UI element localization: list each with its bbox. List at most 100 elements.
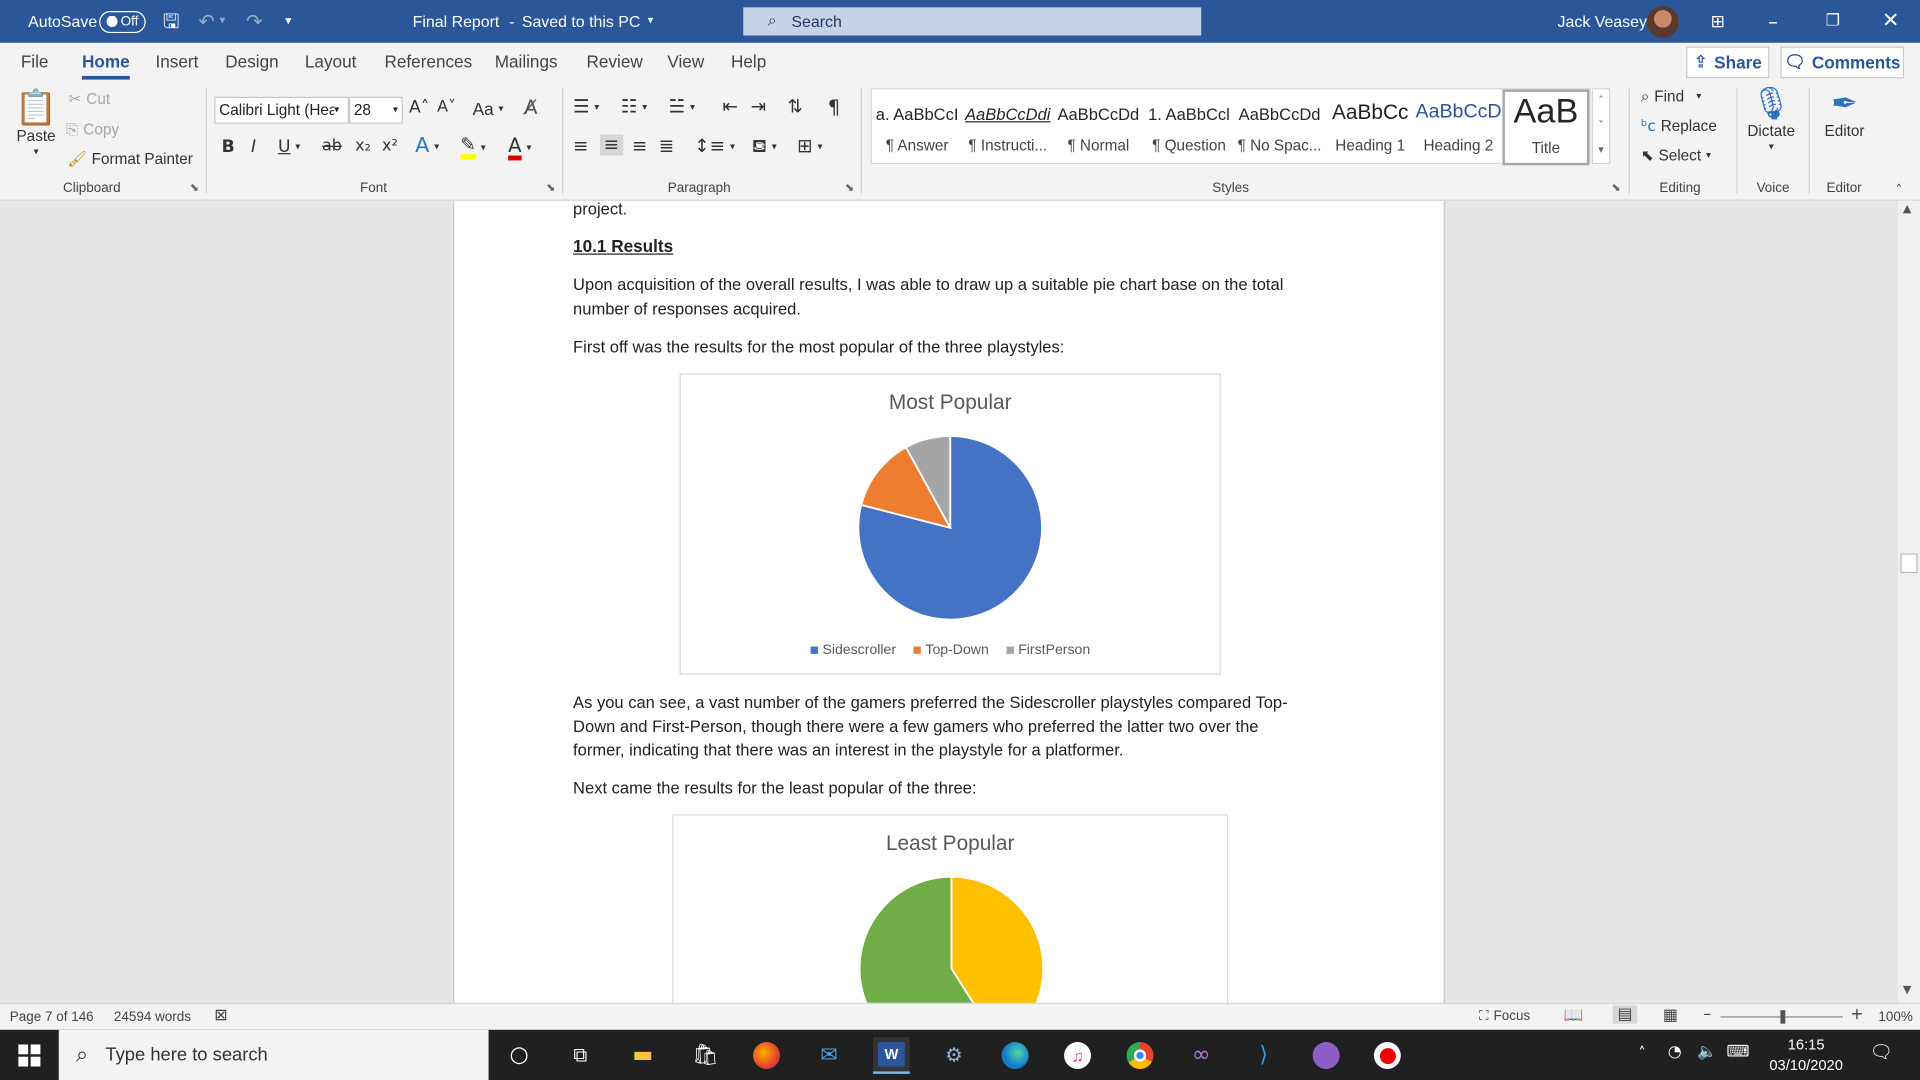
restore-icon[interactable]: ❐: [1826, 0, 1840, 43]
style-normal[interactable]: AaBbCcDd ¶ Normal: [1053, 89, 1144, 165]
document-title[interactable]: Final Report - Saved to this PC ▾: [413, 0, 654, 43]
sort-button[interactable]: ⇅: [787, 97, 802, 116]
styles-gallery-scroll[interactable]: ˄ ˅ ▾: [1591, 88, 1611, 165]
minimize-icon[interactable]: –: [1768, 0, 1778, 43]
visual-studio-icon[interactable]: ∞: [1183, 1037, 1220, 1074]
document-page[interactable]: project. 10.1 Results Upon acquisition o…: [453, 200, 1445, 1003]
underline-button[interactable]: U ▾: [278, 138, 300, 155]
subscript-button[interactable]: x₂: [355, 138, 371, 154]
tab-home[interactable]: Home: [82, 51, 130, 80]
shading-button[interactable]: ⛾ ▾: [752, 137, 777, 155]
undo-icon[interactable]: ↶ ▾: [198, 0, 225, 43]
bullets-button[interactable]: ☰ ▾: [573, 97, 599, 116]
tab-review[interactable]: Review: [587, 51, 643, 71]
paragraph[interactable]: Upon acquisition of the overall results,…: [573, 273, 1308, 321]
copy-button[interactable]: ⎘ Copy: [66, 121, 119, 138]
style-instructions[interactable]: AaBbCcDdi ¶ Instructi...: [962, 89, 1053, 165]
pie-chart-most-popular[interactable]: Most Popular Sidescroller Top-Down First…: [679, 373, 1221, 675]
user-name[interactable]: Jack Veasey: [1558, 0, 1647, 43]
web-layout-icon[interactable]: ▦: [1663, 1008, 1678, 1024]
focus-button[interactable]: ⛶ Focus: [1479, 1009, 1530, 1024]
scroll-down-icon[interactable]: ▼: [1903, 985, 1911, 997]
network-app-icon[interactable]: ⚙: [936, 1037, 973, 1074]
chevron-up-icon[interactable]: ˄: [1598, 96, 1604, 107]
itunes-icon[interactable]: ♫: [1059, 1037, 1096, 1074]
tab-layout[interactable]: Layout: [305, 51, 356, 71]
highlight-button[interactable]: ✎ ▾: [460, 135, 486, 160]
justify-button[interactable]: ≣: [659, 137, 674, 155]
dialog-launcher-icon[interactable]: ⬊: [190, 183, 199, 195]
change-case-button[interactable]: Aa ▾: [473, 99, 504, 119]
section-heading[interactable]: 10.1 Results: [573, 235, 1308, 259]
dialog-launcher-icon[interactable]: ⬊: [1611, 183, 1620, 195]
superscript-button[interactable]: x²: [382, 138, 398, 154]
text-effects-button[interactable]: A ▾: [415, 135, 439, 157]
system-tray-chevron-icon[interactable]: ˄: [1638, 1046, 1645, 1061]
wifi-icon[interactable]: ◔: [1668, 1044, 1682, 1060]
customize-qat-icon[interactable]: ▾: [285, 0, 291, 43]
grow-font-button[interactable]: A˄: [409, 99, 429, 116]
tab-references[interactable]: References: [384, 51, 472, 71]
more-styles-icon[interactable]: ▾: [1598, 144, 1604, 156]
notifications-icon[interactable]: 🗨: [1870, 1043, 1893, 1061]
chevron-down-icon[interactable]: ˅: [1598, 120, 1604, 132]
clear-formatting-button[interactable]: A̸: [524, 97, 537, 118]
tab-insert[interactable]: Insert: [156, 51, 199, 71]
format-painter-button[interactable]: 🖌 Format Painter: [67, 151, 193, 168]
edge-icon[interactable]: [997, 1037, 1034, 1074]
tab-view[interactable]: View: [667, 51, 704, 71]
dialog-launcher-icon[interactable]: ⬊: [546, 183, 555, 195]
paragraph[interactable]: First off was the results for the most p…: [573, 336, 1308, 360]
tab-design[interactable]: Design: [225, 51, 278, 71]
cortana-icon[interactable]: ○: [501, 1037, 538, 1074]
github-icon[interactable]: [1308, 1037, 1345, 1074]
store-icon[interactable]: 🛍: [687, 1037, 724, 1074]
style-heading-1[interactable]: AaBbCc Heading 1: [1325, 89, 1416, 165]
redo-icon[interactable]: ↷: [246, 0, 262, 43]
pie-chart-least-popular[interactable]: Least Popular: [672, 814, 1229, 1003]
paragraph[interactable]: Next came the results for the least popu…: [573, 776, 1308, 800]
find-button[interactable]: ⌕ Find ▾: [1641, 88, 1701, 105]
cut-button[interactable]: ✂ Cut: [69, 91, 111, 108]
word-app-icon[interactable]: W: [873, 1037, 910, 1074]
vertical-scrollbar[interactable]: ▲ ▼: [1897, 200, 1920, 1003]
zoom-level[interactable]: 100%: [1878, 1010, 1912, 1025]
editor-button[interactable]: ✒ Editor: [1824, 88, 1864, 139]
clock[interactable]: 16:15 03/10/2020: [1763, 1035, 1849, 1077]
font-name-combo[interactable]: Calibri Light (Hea ▾: [214, 96, 349, 124]
file-explorer-icon[interactable]: ▬: [624, 1037, 661, 1074]
zoom-out-icon[interactable]: –: [1703, 1007, 1711, 1023]
firefox-icon[interactable]: [748, 1037, 785, 1074]
taskbar-search[interactable]: ⌕ Type here to search: [58, 1029, 489, 1080]
zoom-in-icon[interactable]: +: [1850, 1007, 1863, 1023]
align-left-button[interactable]: ≡: [573, 137, 588, 155]
read-mode-icon[interactable]: 📖: [1564, 1008, 1584, 1024]
comments-button[interactable]: 🗨 Comments: [1780, 46, 1905, 79]
style-title[interactable]: AaB Title: [1502, 89, 1590, 166]
align-right-button[interactable]: ≡: [632, 137, 647, 155]
shrink-font-button[interactable]: A˅: [437, 99, 456, 115]
decrease-indent-button[interactable]: ⇤: [722, 97, 737, 116]
tab-mailings[interactable]: Mailings: [495, 51, 558, 71]
line-spacing-button[interactable]: ↕≡ ▾: [694, 137, 735, 155]
paragraph[interactable]: project.: [573, 201, 1308, 221]
font-color-button[interactable]: A ▾: [508, 135, 531, 161]
dialog-launcher-icon[interactable]: ⬊: [845, 183, 854, 195]
paragraph[interactable]: As you can see, a vast number of the gam…: [573, 691, 1308, 763]
word-count[interactable]: 24594 words: [114, 1010, 191, 1025]
pie-slice-slice-a[interactable]: [950, 875, 1045, 1003]
strikethrough-button[interactable]: ab: [322, 138, 342, 154]
align-center-button[interactable]: ≡: [600, 134, 623, 156]
style-no-spacing[interactable]: AaBbCcDd ¶ No Spac...: [1234, 89, 1325, 165]
borders-button[interactable]: ⊞ ▾: [797, 137, 822, 155]
tab-help[interactable]: Help: [731, 51, 766, 71]
show-formatting-button[interactable]: ¶: [828, 97, 840, 118]
dictate-button[interactable]: 🎙 Dictate ▾: [1747, 88, 1795, 152]
close-icon[interactable]: ✕: [1882, 0, 1899, 43]
multilevel-list-button[interactable]: ☱ ▾: [669, 97, 695, 116]
search-box[interactable]: ⌕ Search: [743, 7, 1202, 36]
bold-button[interactable]: B: [222, 138, 235, 155]
collapse-ribbon-icon[interactable]: ˄: [1896, 184, 1903, 197]
task-view-icon[interactable]: ⧉: [562, 1037, 599, 1074]
tab-file[interactable]: File: [21, 51, 49, 71]
